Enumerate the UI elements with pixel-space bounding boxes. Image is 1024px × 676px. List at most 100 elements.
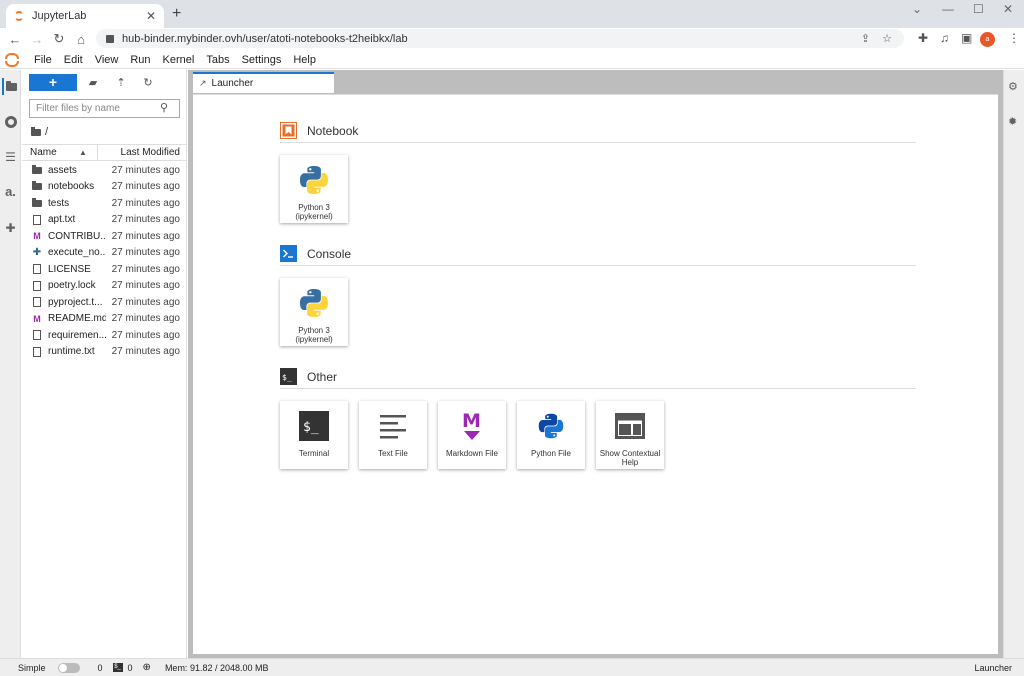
file-icon (32, 297, 42, 308)
file-browser-icon[interactable] (2, 78, 19, 95)
file-row[interactable]: requiremen... 27 minutes ago (22, 327, 187, 344)
browser-toolbar: ← → ↻ ⌂ hub-binder.mybinder.ovh/user/ato… (0, 28, 1024, 50)
file-row[interactable]: notebooks 27 minutes ago (22, 179, 187, 196)
minimize-icon[interactable]: — (942, 2, 954, 16)
address-bar[interactable]: hub-binder.mybinder.ovh/user/atoti-noteb… (96, 29, 904, 48)
forward-icon[interactable]: → (26, 32, 48, 47)
side-panel-icon[interactable]: ▣ (961, 31, 972, 45)
terminal-status-group: $_ 0 (112, 663, 133, 673)
simple-mode-label: Simple (18, 662, 46, 673)
home-folder-icon[interactable] (31, 126, 41, 136)
property-inspector-icon[interactable]: ⚙ (1008, 80, 1018, 93)
menu-file[interactable]: File (28, 54, 58, 66)
notebook-python3-card[interactable]: Python 3 (ipykernel) (280, 155, 348, 223)
svg-text:$_: $_ (282, 373, 292, 382)
file-row[interactable]: LICENSE 27 minutes ago (22, 261, 187, 278)
table-of-contents-icon[interactable]: ☰ (2, 148, 19, 165)
share-icon[interactable]: ⇪ (861, 32, 870, 45)
contextual-help-icon (612, 408, 648, 444)
extension-status-icon[interactable]: ⊕ (143, 662, 151, 673)
file-name: execute_no... (48, 247, 106, 259)
close-window-icon[interactable]: ✕ (1003, 2, 1013, 16)
section-title-other: Other (307, 369, 338, 384)
running-kernels-icon[interactable] (2, 113, 19, 130)
bookmark-star-icon[interactable]: ☆ (882, 32, 892, 45)
url-text: hub-binder.mybinder.ovh/user/atoti-noteb… (122, 32, 408, 45)
simple-mode-toggle[interactable] (57, 662, 80, 673)
file-row[interactable]: assets 27 minutes ago (22, 162, 187, 179)
extensions-puzzle-icon[interactable]: ✚ (2, 219, 19, 236)
avatar[interactable]: a (980, 32, 995, 47)
column-header-modified[interactable]: Last Modified (121, 147, 180, 158)
section-title-notebook: Notebook (307, 123, 359, 138)
refresh-icon[interactable]: ↻ (141, 76, 155, 90)
upload-icon[interactable]: ⇡ (114, 76, 128, 90)
menu-help[interactable]: Help (287, 54, 322, 66)
terminal-count[interactable]: 0 (128, 663, 133, 673)
menu-run[interactable]: Run (124, 54, 156, 66)
section-other: $_ Other $_ Terminal Text File M Markdow… (280, 368, 916, 469)
filter-files-input[interactable]: Filter files by name (29, 99, 180, 118)
section-title-console: Console (307, 246, 352, 261)
atoti-icon[interactable]: a. (2, 183, 19, 200)
menu-tabs[interactable]: Tabs (200, 54, 235, 66)
reload-icon[interactable]: ↻ (48, 31, 70, 47)
search-icon: ⚲ (160, 102, 169, 114)
column-separator[interactable] (97, 145, 98, 160)
file-modified: 27 minutes ago (111, 329, 180, 341)
file-row[interactable]: apt.txt 27 minutes ago (22, 212, 187, 229)
menu-edit[interactable]: Edit (58, 54, 89, 66)
svg-text:M: M (462, 410, 481, 432)
file-name: README.md (48, 313, 106, 325)
browser-tab[interactable]: JupyterLab ✕ (6, 4, 164, 28)
file-modified: 27 minutes ago (111, 247, 180, 259)
back-icon[interactable]: ← (4, 32, 26, 47)
new-launcher-button[interactable]: + (29, 74, 77, 91)
file-row[interactable]: runtime.txt 27 minutes ago (22, 344, 187, 361)
jupyter-menubar: File Edit View Run Kernel Tabs Settings … (0, 51, 1024, 69)
file-row[interactable]: ✚ execute_no... 27 minutes ago (22, 245, 187, 262)
chevron-down-icon[interactable]: ⌄ (912, 2, 922, 16)
new-folder-icon[interactable]: ▰ (86, 76, 100, 90)
file-name: poetry.lock (48, 280, 96, 292)
svg-text:$_: $_ (303, 420, 319, 435)
new-tab-icon[interactable]: + (172, 5, 181, 23)
python-file-card[interactable]: Python File (517, 401, 585, 469)
contextual-help-card[interactable]: Show Contextual Help (596, 401, 664, 469)
console-python3-card[interactable]: Python 3 (ipykernel) (280, 278, 348, 346)
file-row[interactable]: M README.md 27 minutes ago (22, 311, 187, 328)
menu-settings[interactable]: Settings (236, 54, 288, 66)
media-icon[interactable]: ♫ (940, 31, 949, 45)
memory-usage: Mem: 91.82 / 2048.00 MB (164, 662, 269, 673)
file-row[interactable]: M CONTRIBU... 27 minutes ago (22, 228, 187, 245)
file-row[interactable]: poetry.lock 27 minutes ago (22, 278, 187, 295)
extensions-icon[interactable]: ✚ (918, 31, 928, 45)
terminal-card[interactable]: $_ Terminal (280, 401, 348, 469)
file-name: tests (48, 197, 70, 209)
file-name: LICENSE (48, 263, 91, 275)
file-name: CONTRIBU... (48, 230, 106, 242)
more-menu-icon[interactable]: ⋮ (1008, 31, 1020, 45)
tab-launcher[interactable]: ↗ Launcher (193, 72, 334, 93)
menu-kernel[interactable]: Kernel (157, 54, 201, 66)
menu-view[interactable]: View (89, 54, 125, 66)
close-tab-icon[interactable]: ✕ (146, 9, 156, 23)
section-console: Console Python 3 (ipykernel) (280, 245, 916, 346)
file-icon (32, 214, 42, 225)
home-icon[interactable]: ⌂ (70, 32, 92, 47)
breadcrumb-root[interactable]: / (45, 126, 48, 138)
debugger-bug-icon[interactable]: ✹ (1008, 115, 1017, 128)
main-dock-area: ↗ Launcher Notebook Python 3 (ipykernel) (188, 70, 1003, 658)
kernel-count[interactable]: 0 (98, 663, 103, 673)
status-bar: Simple 0 $_ 0 ⊕ Mem: 91.82 / 2048.00 MB … (0, 658, 1024, 676)
file-icon (32, 346, 42, 357)
jupyter-favicon-icon (14, 11, 24, 21)
maximize-icon[interactable]: ☐ (973, 2, 984, 16)
file-modified: 27 minutes ago (111, 197, 180, 209)
file-row[interactable]: pyproject.t... 27 minutes ago (22, 294, 187, 311)
text-file-card[interactable]: Text File (359, 401, 427, 469)
launcher-panel: Notebook Python 3 (ipykernel) Console Py… (193, 94, 998, 654)
markdown-file-card[interactable]: M Markdown File (438, 401, 506, 469)
file-row[interactable]: tests 27 minutes ago (22, 195, 187, 212)
column-header-name[interactable]: Name (30, 147, 57, 158)
